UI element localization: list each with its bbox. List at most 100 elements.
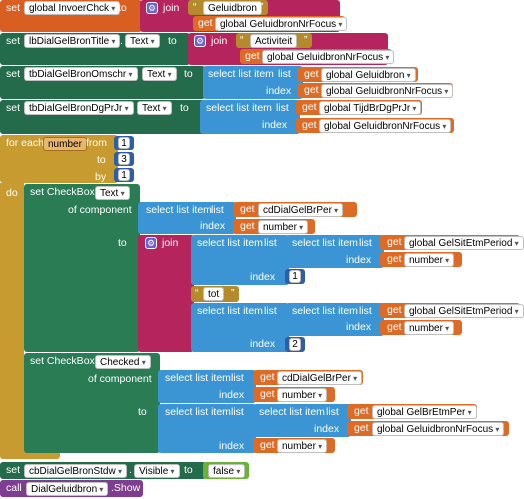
get-label: get bbox=[354, 405, 369, 417]
dot-label: . bbox=[120, 35, 123, 47]
to-label: to bbox=[138, 406, 147, 418]
index-label: index bbox=[346, 254, 372, 266]
to-label: to bbox=[184, 68, 193, 80]
get-label: get bbox=[387, 321, 402, 333]
get-variable-dropdown[interactable]: cdDialGelBrPer bbox=[258, 203, 344, 217]
close-quote: ” bbox=[260, 1, 264, 13]
set-label: set bbox=[6, 464, 21, 476]
component-dropdown[interactable]: DialGeluidbron bbox=[26, 482, 109, 496]
get-label: get bbox=[240, 220, 255, 232]
property-dropdown[interactable]: Text bbox=[137, 101, 172, 115]
property-dropdown[interactable]: Visible bbox=[134, 464, 180, 478]
property-dropdown[interactable]: Text bbox=[142, 67, 177, 81]
property-dropdown[interactable]: Text bbox=[125, 34, 160, 48]
index-label: index bbox=[262, 119, 288, 131]
get-variable-dropdown[interactable]: global GeluidbronNrFocus bbox=[372, 422, 505, 436]
get-label: get bbox=[245, 50, 260, 62]
text-string-value[interactable]: tot bbox=[203, 287, 225, 301]
of-component-label: of component bbox=[68, 204, 132, 216]
dot-label: . bbox=[129, 464, 132, 476]
get-variable-dropdown[interactable]: number bbox=[258, 220, 309, 234]
get-variable-dropdown[interactable]: global GelSitEtmPeriod bbox=[404, 304, 524, 318]
select-list-item-label: select list item bbox=[197, 237, 263, 249]
get-label: get bbox=[302, 119, 317, 131]
select-list-item-label: select list item bbox=[208, 68, 274, 80]
text-string-value[interactable]: Geluidbron bbox=[203, 1, 262, 15]
dot-label: . bbox=[131, 102, 134, 114]
from-label: from bbox=[86, 137, 107, 149]
get-variable-dropdown[interactable]: global GelSitEtmPeriod bbox=[404, 236, 524, 250]
open-quote: “ bbox=[193, 1, 197, 13]
component-dropdown[interactable]: lbDialGelBronTitle bbox=[24, 34, 121, 48]
list-label: list bbox=[264, 305, 277, 317]
index-label: index bbox=[219, 389, 245, 401]
do-label: do bbox=[6, 187, 18, 199]
component-dropdown[interactable]: tbDialGelBronOmschr bbox=[24, 67, 138, 81]
get-label: get bbox=[354, 422, 369, 434]
index-label: index bbox=[219, 440, 245, 452]
boolean-dropdown[interactable]: false bbox=[208, 464, 246, 478]
select-list-item-label: select list item bbox=[165, 406, 231, 418]
select-list-item-label: select list item bbox=[259, 406, 325, 418]
number-value[interactable]: 2 bbox=[289, 338, 301, 351]
select-list-item-label: select list item bbox=[292, 305, 358, 317]
set-label: set bbox=[6, 68, 21, 80]
get-label: get bbox=[387, 253, 402, 265]
get-label: get bbox=[304, 84, 319, 96]
set-label: set bbox=[6, 35, 21, 47]
list-label: list bbox=[211, 204, 224, 216]
component-dropdown[interactable]: tbDialGelBronDgPrJr bbox=[24, 101, 134, 115]
dot-label: . bbox=[136, 68, 139, 80]
number-from-value[interactable]: 1 bbox=[118, 137, 130, 149]
get-label: get bbox=[260, 371, 275, 383]
get-variable-dropdown[interactable]: number bbox=[404, 253, 455, 267]
get-variable-dropdown[interactable]: number bbox=[404, 321, 455, 335]
list-label: list bbox=[359, 237, 372, 249]
index-label: index bbox=[200, 220, 226, 232]
set-checkbox-label: set CheckBox. bbox=[30, 186, 98, 198]
list-label: list bbox=[264, 237, 277, 249]
number-by-value[interactable]: 1 bbox=[118, 169, 130, 181]
get-variable-dropdown[interactable]: cdDialGelBrPer bbox=[277, 371, 363, 385]
get-variable-dropdown[interactable]: number bbox=[277, 388, 328, 402]
gear-icon[interactable]: ⚙ bbox=[145, 237, 157, 249]
get-variable-dropdown[interactable]: global TijdBrDgPrJr bbox=[319, 101, 422, 115]
call-label: call bbox=[6, 482, 22, 494]
get-variable-dropdown[interactable]: global GeluidbronNrFocus bbox=[215, 17, 348, 31]
get-variable-dropdown[interactable]: global GeluidbronNrFocus bbox=[262, 50, 395, 64]
get-variable-dropdown[interactable]: global GelBrEtmPer bbox=[372, 405, 477, 419]
number-value[interactable]: 1 bbox=[289, 270, 301, 283]
get-label: get bbox=[304, 68, 319, 80]
set-label: set bbox=[6, 102, 21, 114]
property-dropdown[interactable]: Checked bbox=[95, 355, 151, 369]
number-to-value[interactable]: 3 bbox=[118, 153, 130, 165]
gear-icon[interactable]: ⚙ bbox=[146, 2, 158, 14]
get-variable-dropdown[interactable]: global Geluidbron bbox=[321, 68, 416, 82]
get-variable-dropdown[interactable]: number bbox=[277, 439, 328, 453]
select-list-item-label: select list item bbox=[197, 305, 263, 317]
get-variable-dropdown[interactable]: global GeluidbronNrFocus bbox=[321, 84, 454, 98]
get-label: get bbox=[387, 304, 402, 316]
get-variable-dropdown[interactable]: global GeluidbronNrFocus bbox=[319, 119, 452, 133]
get-label: get bbox=[260, 388, 275, 400]
to-label: to bbox=[180, 102, 189, 114]
list-label: list bbox=[278, 68, 291, 80]
select-list-item-label: select list item bbox=[206, 102, 272, 114]
method-label: .Show bbox=[111, 482, 141, 494]
to-label: to bbox=[118, 2, 127, 14]
join-block[interactable] bbox=[138, 235, 194, 352]
list-label: list bbox=[231, 372, 244, 384]
index-label: index bbox=[250, 271, 276, 283]
variable-dropdown[interactable]: global InvoerChck bbox=[24, 1, 121, 15]
component-dropdown[interactable]: cbDialGelBronStdw bbox=[24, 464, 127, 478]
property-dropdown[interactable]: Text bbox=[95, 186, 130, 200]
set-label: set bbox=[6, 2, 21, 14]
loop-variable-field[interactable]: number bbox=[43, 137, 87, 151]
gear-icon[interactable]: ⚙ bbox=[194, 35, 206, 47]
select-list-item-label: select list item bbox=[292, 237, 358, 249]
index-label: index bbox=[266, 85, 292, 97]
open-quote: “ bbox=[195, 287, 199, 299]
select-list-item-label: select list item bbox=[146, 204, 212, 216]
text-string-value[interactable]: Activiteit bbox=[250, 34, 298, 48]
list-label: list bbox=[326, 406, 339, 418]
